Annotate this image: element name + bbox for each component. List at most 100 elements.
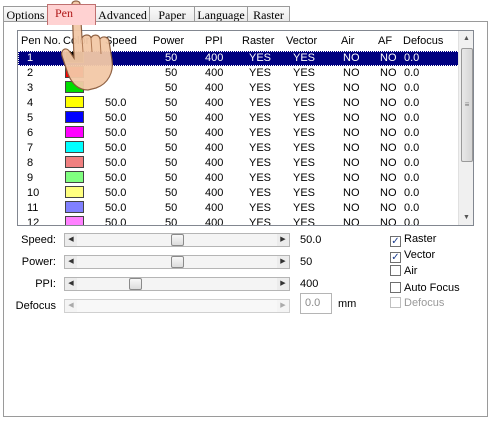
table-row[interactable]: 12 50.0 50 400 YES YES NO NO 0.0 [18,216,460,226]
vector-cell: YES [293,202,316,214]
speed-right-arrow-icon[interactable]: ▶ [277,234,289,246]
pen-number-cell: 6 [27,127,34,139]
power-cell: 50 [165,67,178,79]
table-row[interactable]: 9 50.0 50 400 YES YES NO NO 0.0 [18,171,460,186]
af-cell: NO [380,202,397,214]
defocus-checkbox: Defocus [390,297,444,311]
air-cell: NO [343,202,360,214]
vector-cell: YES [293,142,316,154]
auto-focus-checkbox[interactable]: Auto Focus [390,282,460,296]
defocus-label: Defocus [15,300,56,312]
speed-cell: 50.0 [105,172,127,184]
power-right-arrow-icon[interactable]: ▶ [277,256,289,268]
raster-check-box[interactable]: ✓ [390,236,401,247]
vector-checkbox[interactable]: ✓ Vector [390,249,435,263]
speed-cell: 50.0 [105,97,127,109]
table-row[interactable]: 7 50.0 50 400 YES YES NO NO 0.0 [18,141,460,156]
air-cell: NO [343,112,360,124]
ppi-cell: 400 [205,52,224,64]
air-checkbox[interactable]: Air [390,265,417,279]
defocus-right-arrow-icon[interactable]: ▶ [277,300,289,312]
defocus-left-arrow-icon[interactable]: ◀ [65,300,77,312]
speed-left-arrow-icon[interactable]: ◀ [65,234,77,246]
scroll-thumb[interactable]: ≡ [461,48,473,162]
auto-focus-check-box[interactable] [390,282,401,293]
ppi-cell: 400 [205,82,224,94]
ppi-right-arrow-icon[interactable]: ▶ [277,278,289,290]
defocus-input[interactable]: 0.0 [300,293,332,314]
tab-pen[interactable]: Pen [47,4,96,25]
speed-cell: 50.0 [105,187,127,199]
color-swatch [65,201,84,213]
defocus-slider[interactable]: ◀ ▶ [64,299,290,313]
power-value: 50 [300,256,313,268]
column-header-raster: Raster [242,35,275,47]
speed-label: Speed: [21,234,56,246]
table-row[interactable]: 11 50.0 50 400 YES YES NO NO 0.0 [18,201,460,216]
power-cell: 50 [165,142,178,154]
power-cell: 50 [165,112,178,124]
speed-slider[interactable]: ◀ ▶ [64,233,290,247]
pen-number-cell: 7 [27,142,34,154]
vector-cell: YES [293,112,316,124]
ppi-label: PPI: [35,278,56,290]
tab-paper[interactable]: Paper [149,6,195,22]
speed-slider-thumb[interactable] [170,234,184,246]
speed-cell: 50.0 [105,142,127,154]
defocus-cell: 0.0 [404,187,420,199]
power-slider[interactable]: ◀ ▶ [64,255,290,269]
table-row[interactable]: 4 50.0 50 400 YES YES NO NO 0.0 [18,96,460,111]
air-cell: NO [343,52,360,64]
table-row[interactable]: 10 50.0 50 400 YES YES NO NO 0.0 [18,186,460,201]
defocus-cell: 0.0 [404,52,420,64]
power-cell: 50 [165,202,178,214]
af-cell: NO [380,112,397,124]
color-swatch [65,141,84,153]
ppi-slider-thumb[interactable] [129,278,143,290]
raster-cell: YES [249,157,272,169]
table-row[interactable]: 8 50.0 50 400 YES YES NO NO 0.0 [18,156,460,171]
column-header-power: Power [153,35,185,47]
defocus-cell: 0.0 [404,127,420,139]
air-check-box[interactable] [390,265,401,276]
ppi-left-arrow-icon[interactable]: ◀ [65,278,77,290]
speed-cell: 50.0 [105,112,127,124]
pen-number-cell: 10 [27,187,40,199]
tab-options[interactable]: Options [3,6,48,22]
speed-value: 50.0 [300,234,322,246]
ppi-cell: 400 [205,217,224,226]
tab-language[interactable]: Language [194,6,248,22]
power-cell: 50 [165,157,178,169]
ppi-cell: 400 [205,187,224,199]
vector-check-box[interactable]: ✓ [390,252,401,263]
speed-cell: 50.0 [105,157,127,169]
air-cell: NO [343,97,360,109]
af-cell: NO [380,127,397,139]
power-slider-thumb[interactable] [170,256,184,268]
pen-list-scrollbar[interactable]: ▲ ≡ ▼ [458,31,473,225]
color-swatch [65,216,84,225]
defocus-cell: 0.0 [404,112,420,124]
af-cell: NO [380,97,397,109]
raster-checkbox[interactable]: ✓ Raster [390,233,436,247]
raster-cell: YES [249,127,272,139]
raster-cell: YES [249,202,272,214]
scroll-up-icon[interactable]: ▲ [459,31,473,46]
ppi-slider[interactable]: ◀ ▶ [64,277,290,291]
defocus-cell: 0.0 [404,97,420,109]
air-cell: NO [343,142,360,154]
af-cell: NO [380,82,397,94]
table-row[interactable]: 5 50.0 50 400 YES YES NO NO 0.0 [18,111,460,126]
tab-raster[interactable]: Raster [247,6,290,22]
table-row[interactable]: 6 50.0 50 400 YES YES NO NO 0.0 [18,126,460,141]
vector-cell: YES [293,82,316,94]
vector-cell: YES [293,172,316,184]
scroll-down-icon[interactable]: ▼ [459,210,473,225]
power-cell: 50 [165,172,178,184]
speed-cell: 50.0 [105,202,127,214]
ppi-cell: 400 [205,142,224,154]
raster-checkbox-label: Raster [404,233,437,245]
power-left-arrow-icon[interactable]: ◀ [65,256,77,268]
air-cell: NO [343,127,360,139]
defocus-cell: 0.0 [404,217,420,226]
